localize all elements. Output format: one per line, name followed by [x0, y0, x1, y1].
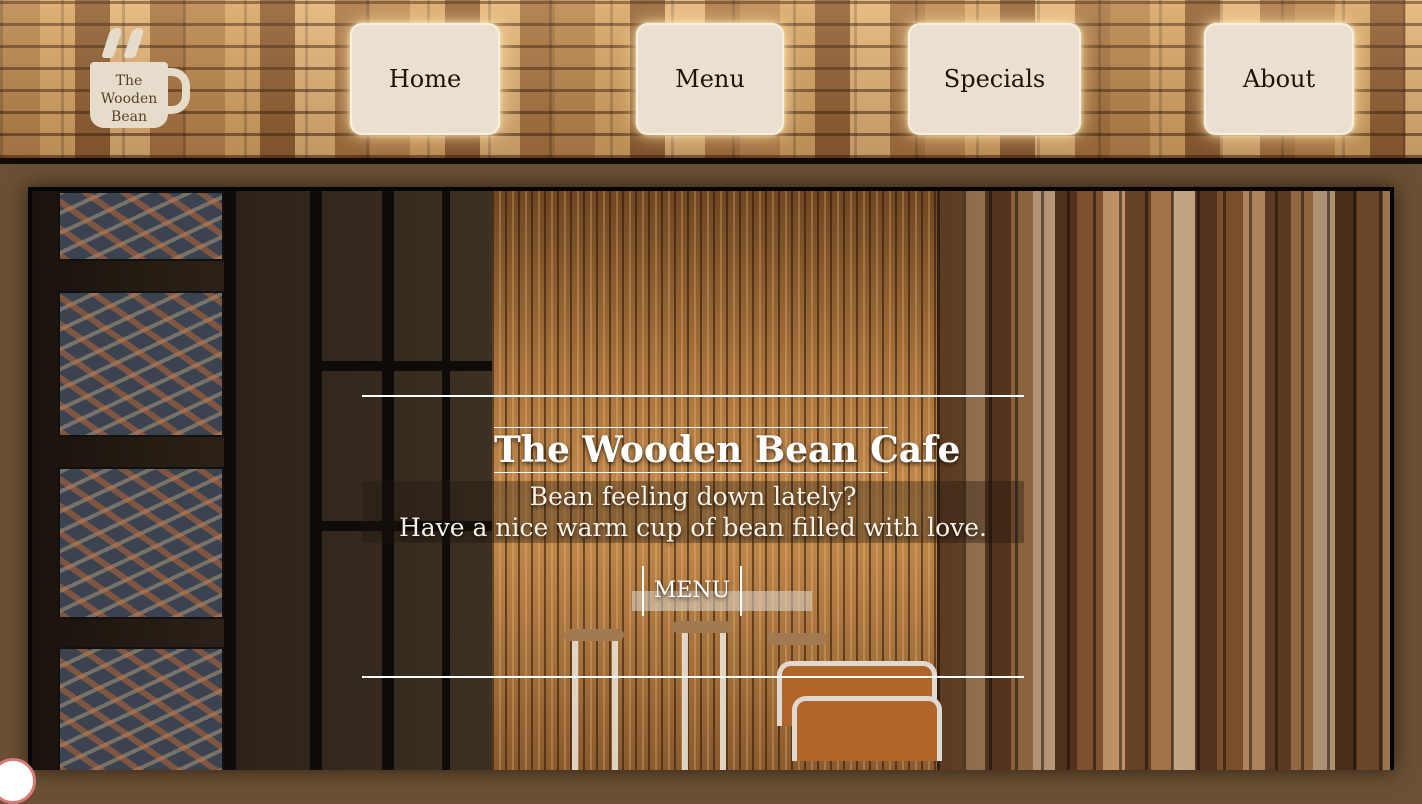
- hero-title: The Wooden Bean Cafe: [494, 427, 961, 473]
- hero-top-rule: [362, 395, 1024, 397]
- window-transom: [312, 361, 492, 371]
- site-logo[interactable]: The Wooden Bean: [88, 28, 198, 132]
- bar-stool: [767, 633, 827, 645]
- stool-leg: [682, 633, 688, 770]
- stool-leg: [612, 641, 618, 770]
- calligraphy-panel: [58, 467, 224, 619]
- cafe-chair: [792, 696, 942, 761]
- nav-specials-button[interactable]: Specials: [908, 23, 1081, 135]
- logo-line-1: The: [115, 73, 143, 89]
- stool-leg: [572, 641, 578, 770]
- calligraphy-panel: [58, 191, 224, 261]
- stool-leg: [720, 633, 726, 770]
- bar-stool: [564, 629, 624, 641]
- hero-subtitle: Bean feeling down lately? Have a nice wa…: [362, 481, 1024, 543]
- hero-frame: The Wooden Bean Cafe Bean feeling down l…: [28, 187, 1394, 770]
- site-header: The Wooden Bean Home Menu Specials About: [0, 0, 1422, 158]
- logo-line-3: Bean: [111, 109, 147, 125]
- window-mullion: [310, 191, 322, 770]
- hero-subtitle-line-2: Have a nice warm cup of bean filled with…: [398, 513, 988, 542]
- calligraphy-panel: [58, 291, 224, 437]
- logo-line-2: Wooden: [100, 91, 158, 107]
- steam-icon: [101, 28, 123, 58]
- hero-bottom-rule: [362, 676, 1024, 678]
- steam-icon: [123, 28, 145, 58]
- nav-about-button[interactable]: About: [1204, 23, 1354, 135]
- window-mullion: [224, 191, 236, 770]
- header-divider: [0, 158, 1422, 164]
- logo-text: The Wooden Bean: [90, 72, 168, 126]
- bar-stool: [672, 621, 732, 633]
- hero-subtitle-line-1: Bean feeling down lately?: [529, 482, 857, 511]
- calligraphy-panel: [58, 647, 224, 770]
- nav-home-button[interactable]: Home: [350, 23, 500, 135]
- hero-menu-button[interactable]: MENU: [642, 566, 742, 616]
- nav-menu-button[interactable]: Menu: [636, 23, 784, 135]
